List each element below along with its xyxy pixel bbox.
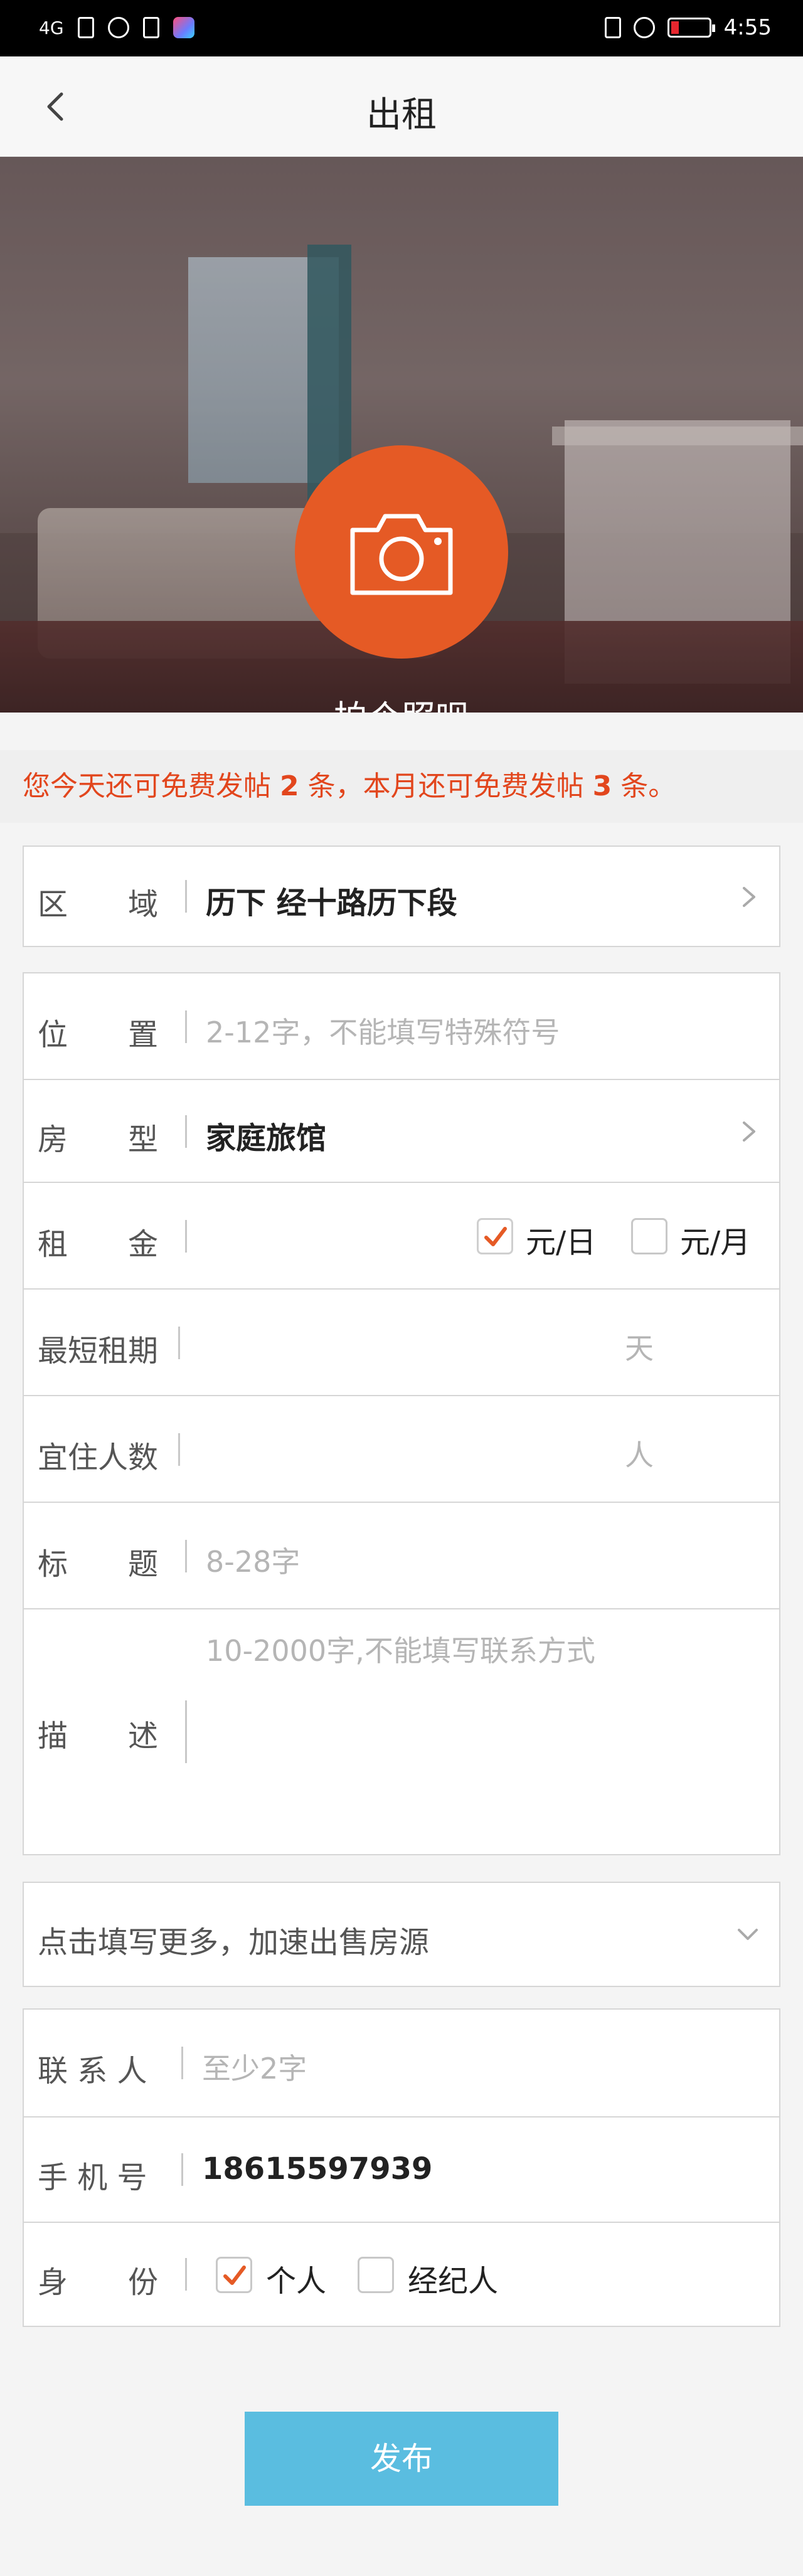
min-term-unit: 天 xyxy=(625,1332,654,1365)
occupants-row: 宜住人数 人 xyxy=(24,1396,779,1503)
phone-row[interactable]: 手 机 号 18615597939 xyxy=(24,2118,779,2223)
title-label: 标 题 xyxy=(38,1547,159,1582)
chevron-right-icon xyxy=(737,884,762,909)
agent-label: 经纪人 xyxy=(408,2264,499,2299)
personal-checkbox[interactable] xyxy=(216,2257,252,2293)
photo-banner: 拍个照呗 xyxy=(0,157,803,713)
area-label: 区 域 xyxy=(38,887,159,922)
min-term-label: 最短租期 xyxy=(38,1333,159,1369)
description-row[interactable]: 描 述 10-2000字,不能填写联系方式 xyxy=(24,1609,779,1854)
per-day-label: 元/日 xyxy=(526,1225,597,1260)
status-left: 4G xyxy=(39,14,194,41)
camera-icon xyxy=(350,514,453,595)
per-month-label: 元/月 xyxy=(680,1225,751,1260)
battery-saver-icon xyxy=(142,17,159,38)
rent-label: 租 金 xyxy=(38,1227,159,1262)
location-row[interactable]: 位 置 2-12字，不能填写特殊符号 xyxy=(24,973,779,1080)
vibrate-icon xyxy=(604,17,621,38)
phone-input[interactable]: 18615597939 xyxy=(202,2151,432,2186)
more-options-group: 点击填写更多，加速出售房源 xyxy=(23,1882,780,1987)
per-day-checkbox[interactable] xyxy=(477,1218,513,1254)
area-row[interactable]: 区 域 历下 经十路历下段 xyxy=(24,847,779,946)
status-time: 4:55 xyxy=(723,15,772,40)
nfc-icon xyxy=(77,17,94,38)
location-label: 位 置 xyxy=(38,1017,159,1052)
rent-row: 租 金 元/日 元/月 xyxy=(24,1183,779,1290)
data-saver-icon xyxy=(633,17,655,38)
description-label: 描 述 xyxy=(38,1719,159,1754)
phone-label: 手 机 号 xyxy=(38,2160,147,2195)
contact-name-input[interactable]: 至少2字 xyxy=(202,2046,307,2087)
room-type-label: 房 型 xyxy=(38,1122,159,1157)
rent-input[interactable] xyxy=(206,1208,457,1264)
room-type-row[interactable]: 房 型 家庭旅馆 xyxy=(24,1080,779,1183)
chevron-down-icon xyxy=(735,1922,760,1947)
occupants-label: 宜住人数 xyxy=(38,1440,159,1475)
more-options-label: 点击填写更多，加速出售房源 xyxy=(38,1925,430,1960)
min-term-row: 最短租期 天 xyxy=(24,1290,779,1396)
listing-form: 位 置 2-12字，不能填写特殊符号 房 型 家庭旅馆 租 金 元/日 元/月 … xyxy=(23,972,780,1855)
photo-label: 拍个照呗 xyxy=(0,690,803,713)
more-options-row[interactable]: 点击填写更多，加速出售房源 xyxy=(24,1883,779,1986)
chevron-right-icon xyxy=(737,1119,762,1144)
status-bar: 4G 4:55 xyxy=(0,0,803,56)
today-count: 2 xyxy=(280,770,299,802)
take-photo-button[interactable] xyxy=(295,445,508,659)
status-right: 4:55 xyxy=(604,14,772,41)
personal-label: 个人 xyxy=(266,2264,327,2299)
contact-name-row[interactable]: 联 系 人 至少2字 xyxy=(24,2010,779,2118)
month-count: 3 xyxy=(592,770,612,802)
publish-button[interactable]: 发布 xyxy=(245,2412,558,2506)
title-row[interactable]: 标 题 8-28字 xyxy=(24,1503,779,1609)
identity-row: 身 份 个人 经纪人 xyxy=(24,2223,779,2326)
battery-icon xyxy=(667,18,715,38)
agent-checkbox[interactable] xyxy=(358,2257,394,2293)
min-term-input[interactable] xyxy=(199,1315,576,1371)
posting-quota-notice: 您今天还可免费发帖 2 条，本月还可免费发帖 3 条。 xyxy=(0,750,803,823)
checkmark-icon xyxy=(223,2266,246,2285)
occupants-input[interactable] xyxy=(199,1421,576,1478)
room-type-value: 家庭旅馆 xyxy=(206,1121,327,1156)
identity-label: 身 份 xyxy=(38,2265,159,2300)
title-input[interactable]: 8-28字 xyxy=(206,1539,300,1581)
area-value: 历下 经十路历下段 xyxy=(206,886,457,921)
page-title: 出租 xyxy=(366,95,437,135)
alarm-icon xyxy=(107,17,129,38)
checkmark-icon xyxy=(484,1227,507,1246)
area-group: 区 域 历下 经十路历下段 xyxy=(23,845,780,947)
signal-indicator: 4G xyxy=(39,17,64,38)
per-month-checkbox[interactable] xyxy=(631,1218,667,1254)
occupants-unit: 人 xyxy=(625,1438,654,1472)
app-notification-icon xyxy=(173,17,194,38)
contact-group: 联 系 人 至少2字 手 机 号 18615597939 身 份 个人 经纪人 xyxy=(23,2008,780,2327)
location-input[interactable]: 2-12字，不能填写特殊符号 xyxy=(206,1010,560,1051)
description-input[interactable]: 10-2000字,不能填写联系方式 xyxy=(206,1628,595,1670)
contact-name-label: 联 系 人 xyxy=(38,2054,147,2089)
nav-bar: 出租 xyxy=(0,56,803,157)
